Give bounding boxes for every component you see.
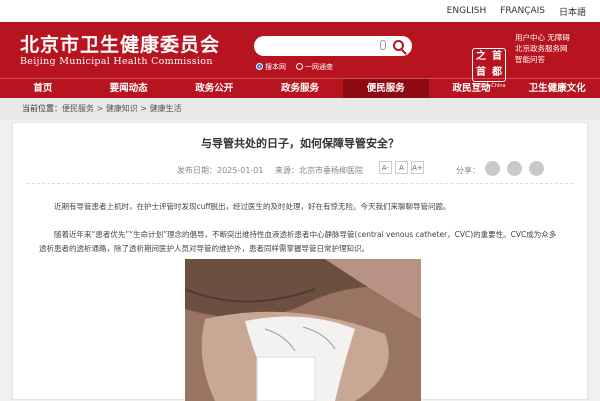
lang-japanese[interactable]: 日本語 <box>559 5 586 18</box>
lang-english[interactable]: ENGLISH <box>447 6 487 16</box>
gov-service-link[interactable]: 北京政务服务网 <box>515 43 570 54</box>
site-header: 北京市卫生健康委员会 Beijing Municipal Health Comm… <box>0 22 600 89</box>
font-decrease-button[interactable]: A- <box>379 161 392 174</box>
wechat-icon[interactable] <box>485 161 500 176</box>
article-paragraph-2: 随着近年来“患者优先”“生命计划”理念的倡导，不断突出维持性血液透析患者中心静脉… <box>39 230 557 253</box>
share-label: 分享： <box>456 166 480 175</box>
language-bar: ENGLISH FRANÇAIS 日本語 <box>0 0 600 22</box>
breadcrumb-lead: 当前位置： <box>22 104 62 113</box>
accessibility-link[interactable]: 无障碍 <box>547 33 570 42</box>
article-panel: 与导管共处的日子，如何保障导管安全？ 发布日期：2025-01-01 来源：北京… <box>12 122 588 401</box>
beijing-seal-logo: 之 首 首 都 <box>472 48 506 82</box>
nav-gov-services[interactable]: 政务服务 <box>257 79 343 98</box>
nav-news[interactable]: 要闻动态 <box>86 79 172 98</box>
font-increase-button[interactable]: A+ <box>411 161 424 174</box>
article-paragraph-1: 近期有导管患者上机时，在护士评管时发现cuff脱出，经过医生的及时处理，好在有惊… <box>54 202 451 211</box>
nav-gov-affairs[interactable]: 政务公开 <box>171 79 257 98</box>
smart-qa-link[interactable]: 智能问答 <box>515 54 570 65</box>
search-scope-all[interactable]: 一网通查 <box>296 62 333 72</box>
microphone-icon[interactable] <box>380 40 386 50</box>
radio-checked-icon <box>256 63 263 70</box>
radio-unchecked-icon <box>296 63 303 70</box>
seal-caption: Beijing-China <box>472 83 506 89</box>
search-scope-site[interactable]: 搜本网 <box>256 62 286 72</box>
publish-date: 发布日期：2025-01-01 <box>177 166 264 175</box>
header-links: 用户中心 无障碍 北京政务服务网 智能问答 <box>515 32 570 65</box>
divider <box>27 183 573 184</box>
font-normal-button[interactable]: A <box>395 161 408 174</box>
nav-public-services[interactable]: 便民服务 <box>342 79 429 98</box>
article-photo <box>185 259 421 401</box>
user-center-link[interactable]: 用户中心 <box>515 33 545 42</box>
site-title[interactable]: 北京市卫生健康委员会 <box>20 30 220 57</box>
qq-icon[interactable] <box>529 161 544 176</box>
breadcrumb-path[interactable]: 便民服务 > 健康知识 > 健康生活 <box>62 104 182 113</box>
weibo-icon[interactable] <box>507 161 522 176</box>
nav-health-culture[interactable]: 卫生健康文化 <box>514 79 600 98</box>
article-meta: 发布日期：2025-01-01 来源：北京市垂杨柳医院 A- A A+ 分享： <box>13 157 587 181</box>
catheter-photo-illustration <box>185 259 421 401</box>
lang-french[interactable]: FRANÇAIS <box>500 6 545 16</box>
main-nav: 首页 要闻动态 政务公开 政务服务 便民服务 政民互动 卫生健康文化 <box>0 78 600 98</box>
search-input[interactable] <box>254 36 412 56</box>
search-icon[interactable] <box>393 40 404 51</box>
site-title-en: Beijing Municipal Health Commission <box>20 56 213 67</box>
article-source: 来源：北京市垂杨柳医院 <box>275 166 363 175</box>
article-title: 与导管共处的日子，如何保障导管安全？ <box>201 137 399 150</box>
nav-home[interactable]: 首页 <box>0 79 86 98</box>
search-scope: 搜本网 一网通查 <box>256 62 333 72</box>
breadcrumb: 当前位置：便民服务 > 健康知识 > 健康生活 <box>0 98 600 120</box>
